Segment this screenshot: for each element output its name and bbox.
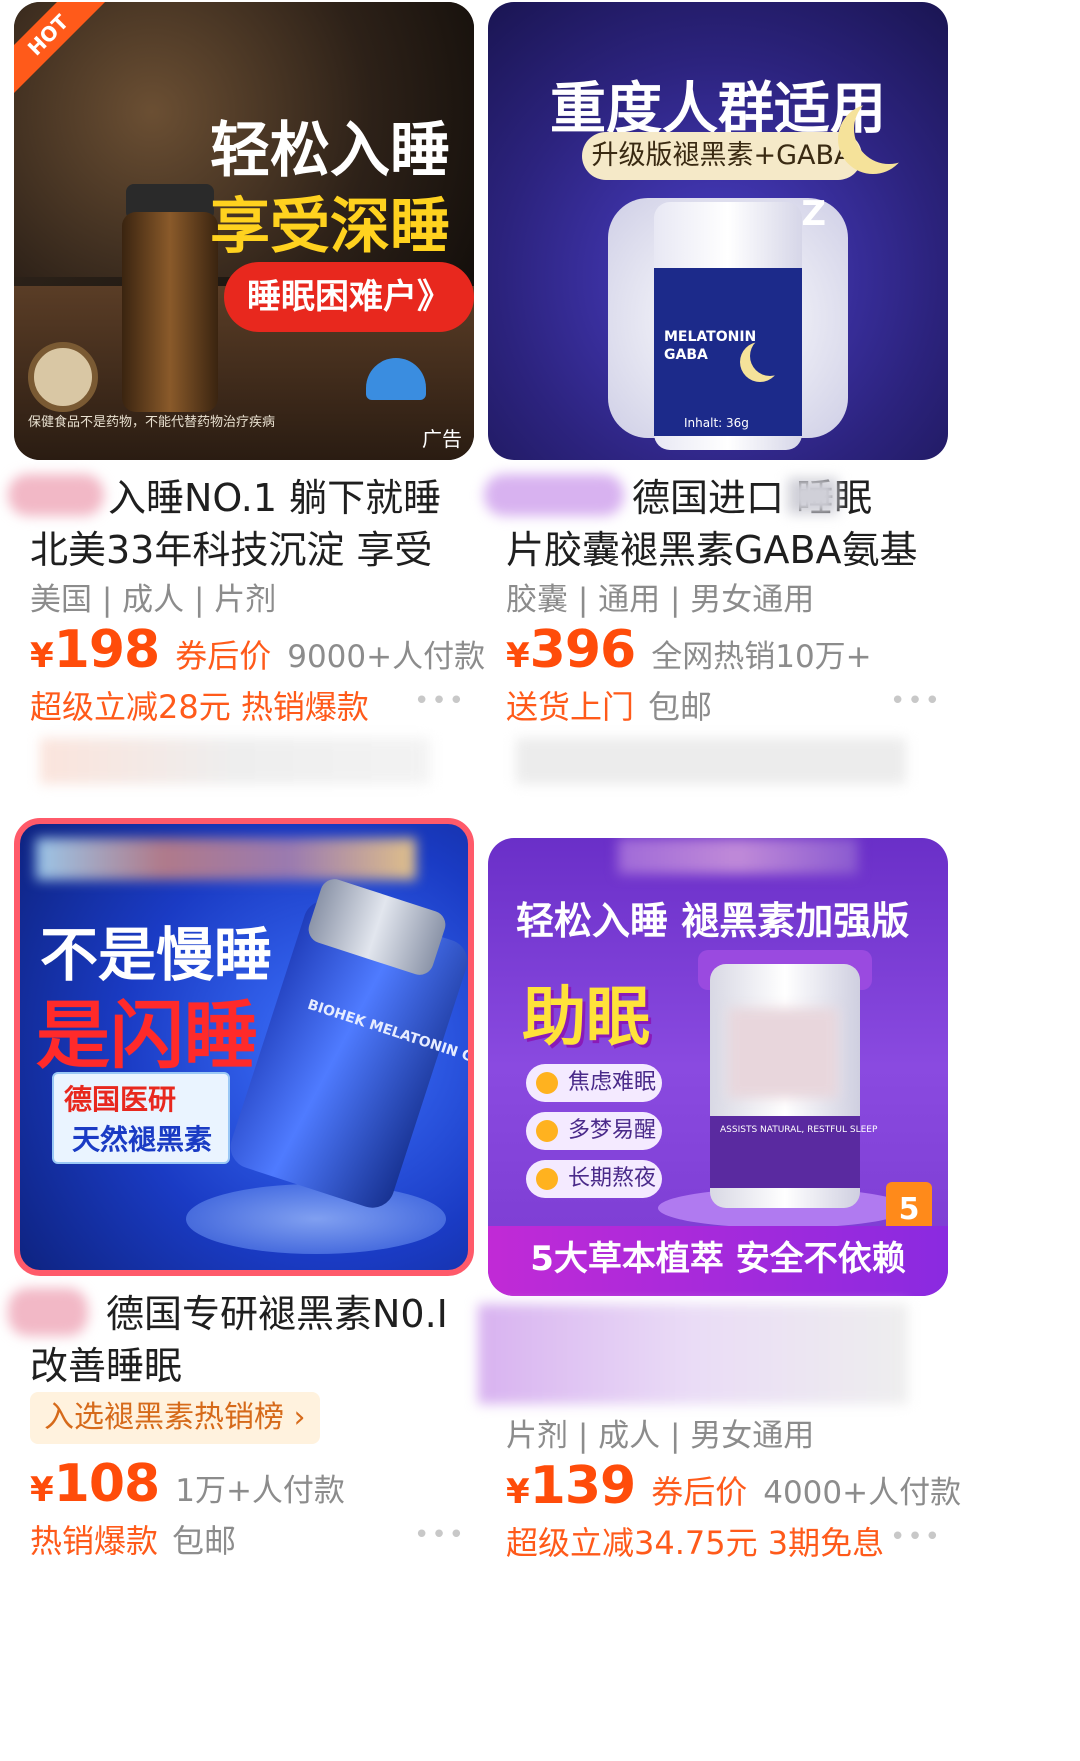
blurred-jar-brand [728, 1008, 838, 1098]
blurred-brand [484, 474, 624, 516]
more-options-icon[interactable]: ••• [890, 1522, 942, 1552]
blurred-shop-row [40, 738, 430, 784]
currency-symbol: ¥ [30, 1470, 54, 1510]
product-title-line-2[interactable]: 北美33年科技沉淀 享受 [30, 522, 432, 578]
price-note: 券后价 [651, 1473, 748, 1511]
clock-icon [28, 342, 98, 412]
blurred-brand [8, 1288, 88, 1336]
product-title-line-1[interactable]: 德国专研褪黑素N0.I [106, 1286, 448, 1342]
price-note: 券后价 [175, 637, 272, 675]
jar-text-1: MELATONIN [664, 329, 757, 345]
product-attributes: 美国 | 成人 | 片剂 [30, 582, 277, 618]
image-headline-1: 轻松入睡 褪黑素加强版 [516, 899, 910, 943]
image-tag-2: 多梦易醒 [526, 1112, 662, 1150]
price-row: ¥ 108 1万+人付款 [30, 1454, 345, 1514]
currency-symbol: ¥ [506, 636, 530, 676]
image-tag-list: 焦虑难眠 多梦易醒 长期熬夜 [526, 1064, 662, 1208]
blurred-logo-strip [618, 838, 858, 874]
product-attributes: 胶囊 | 通用 | 男女通用 [506, 582, 815, 618]
product-price: 198 [53, 620, 161, 680]
moon-icon [854, 94, 924, 164]
product-price: 396 [529, 620, 637, 680]
product-image-3[interactable]: 不是慢睡 是闪睡 德国医研 天然褪黑素 BIOHEK MELATONIN CAP… [14, 818, 474, 1276]
display-stand [186, 1184, 446, 1254]
price-row: ¥ 139 券后价 4000+人付款 [506, 1456, 961, 1516]
product-card-4[interactable]: 轻松入睡 褪黑素加强版 助眠 焦虑难眠 多梦易醒 长期熬夜 ASSISTS NA… [478, 810, 1080, 1761]
promo-label: 超级立减34.75元 3期免息 [506, 1524, 885, 1562]
jar-text: MELATONIN GABA [664, 328, 756, 364]
image-tag-2: 天然褪黑素 [72, 1123, 213, 1156]
sales-count: 1万+人付款 [175, 1473, 345, 1509]
jar-text: ASSISTS NATURAL, RESTFUL SLEEP [720, 1125, 878, 1135]
sales-count: 4000+人付款 [763, 1475, 962, 1511]
product-card-2[interactable]: 重度人群适用 升级版褪黑素+GABA MELATONIN GABA Inhalt… [484, 0, 1080, 800]
currency-symbol: ¥ [30, 636, 54, 676]
promo-text: 送货上门 包邮 [506, 682, 712, 728]
image-headline-2: 助眠 [522, 981, 650, 1055]
promo-text: 超级立减34.75元 3期免息 [506, 1518, 884, 1564]
image-tag-1: 焦虑难眠 [526, 1064, 662, 1102]
product-price: 108 [53, 1454, 161, 1514]
image-bottom-bar: 5大草本植萃 安全不依赖 [488, 1226, 948, 1296]
more-options-icon[interactable]: ••• [890, 686, 942, 716]
promo-gray-label: 包邮 [648, 688, 713, 726]
ad-label: 广告 [422, 427, 462, 451]
more-options-icon[interactable]: ••• [414, 686, 466, 716]
currency-symbol: ¥ [506, 1472, 530, 1512]
jar-net-weight: Inhalt: 36g [684, 416, 749, 430]
image-cta-button: 睡眠困难户》 [224, 262, 474, 332]
image-fine-print: 保健食品不是药物，不能代替药物治疗疾病 [28, 415, 276, 430]
product-image-2[interactable]: 重度人群适用 升级版褪黑素+GABA MELATONIN GABA Inhalt… [488, 2, 948, 460]
price-row: ¥ 198 券后价 9000+人付款 [30, 620, 485, 680]
product-image-4[interactable]: 轻松入睡 褪黑素加强版 助眠 焦虑难眠 多梦易醒 长期熬夜 ASSISTS NA… [488, 838, 948, 1296]
image-headline-2: 享受深睡 [210, 192, 450, 262]
hot-rank-badge[interactable]: 入选褪黑素热销榜 › [30, 1392, 320, 1444]
image-tag-1: 德国医研 [64, 1083, 177, 1116]
sales-count: 全网热销10万+ [651, 639, 872, 675]
jar-text-2: GABA [664, 347, 708, 363]
price-row: ¥ 396 全网热销10万+ [506, 620, 872, 680]
small-moon-icon [750, 336, 790, 376]
product-card-1[interactable]: HOT 轻松入睡 享受深睡 睡眠困难户》 保健食品不是药物，不能代替药物治疗疾病… [0, 0, 540, 800]
image-headline-1: 轻松入睡 [210, 116, 450, 186]
more-options-icon[interactable]: ••• [414, 1520, 466, 1550]
product-title-line-2[interactable]: 片胶囊褪黑素GABA氨基 [506, 522, 918, 578]
image-pill: 升级版褪黑素+GABA [582, 132, 862, 180]
promo-label: 送货上门 [506, 688, 635, 726]
promo-gray-label: 包邮 [172, 1522, 237, 1560]
promo-label: 热销爆款 [30, 1522, 159, 1560]
blurred-logo-strip [36, 838, 416, 880]
product-attributes: 片剂 | 成人 | 男女通用 [506, 1418, 815, 1454]
promo-text: 热销爆款 包邮 [30, 1516, 236, 1562]
promo-text: 超级立减28元 热销爆款 [30, 682, 369, 728]
product-title-line-2[interactable]: 改善睡眠 [30, 1338, 182, 1394]
supplement-bottle [122, 212, 218, 412]
image-headline-2: 是闪睡 [36, 993, 258, 1079]
promo-label: 超级立减28元 热销爆款 [30, 688, 369, 726]
product-image-1[interactable]: HOT 轻松入睡 享受深睡 睡眠困难户》 保健食品不是药物，不能代替药物治疗疾病… [14, 2, 474, 460]
product-price: 139 [529, 1456, 637, 1516]
blurred-brand [8, 474, 104, 516]
blurred-title-fragment [788, 478, 838, 514]
product-title-line-1[interactable]: 入睡NO.1 躺下就睡 [108, 470, 441, 526]
image-tag-3: 长期熬夜 [526, 1160, 662, 1198]
blurred-shop-row [516, 738, 906, 784]
blurred-title [478, 1304, 908, 1404]
sleep-z-icon: Z [801, 194, 826, 234]
product-card-3[interactable]: 不是慢睡 是闪睡 德国医研 天然褪黑素 BIOHEK MELATONIN CAP… [0, 810, 540, 1761]
sales-count: 9000+人付款 [287, 639, 486, 675]
